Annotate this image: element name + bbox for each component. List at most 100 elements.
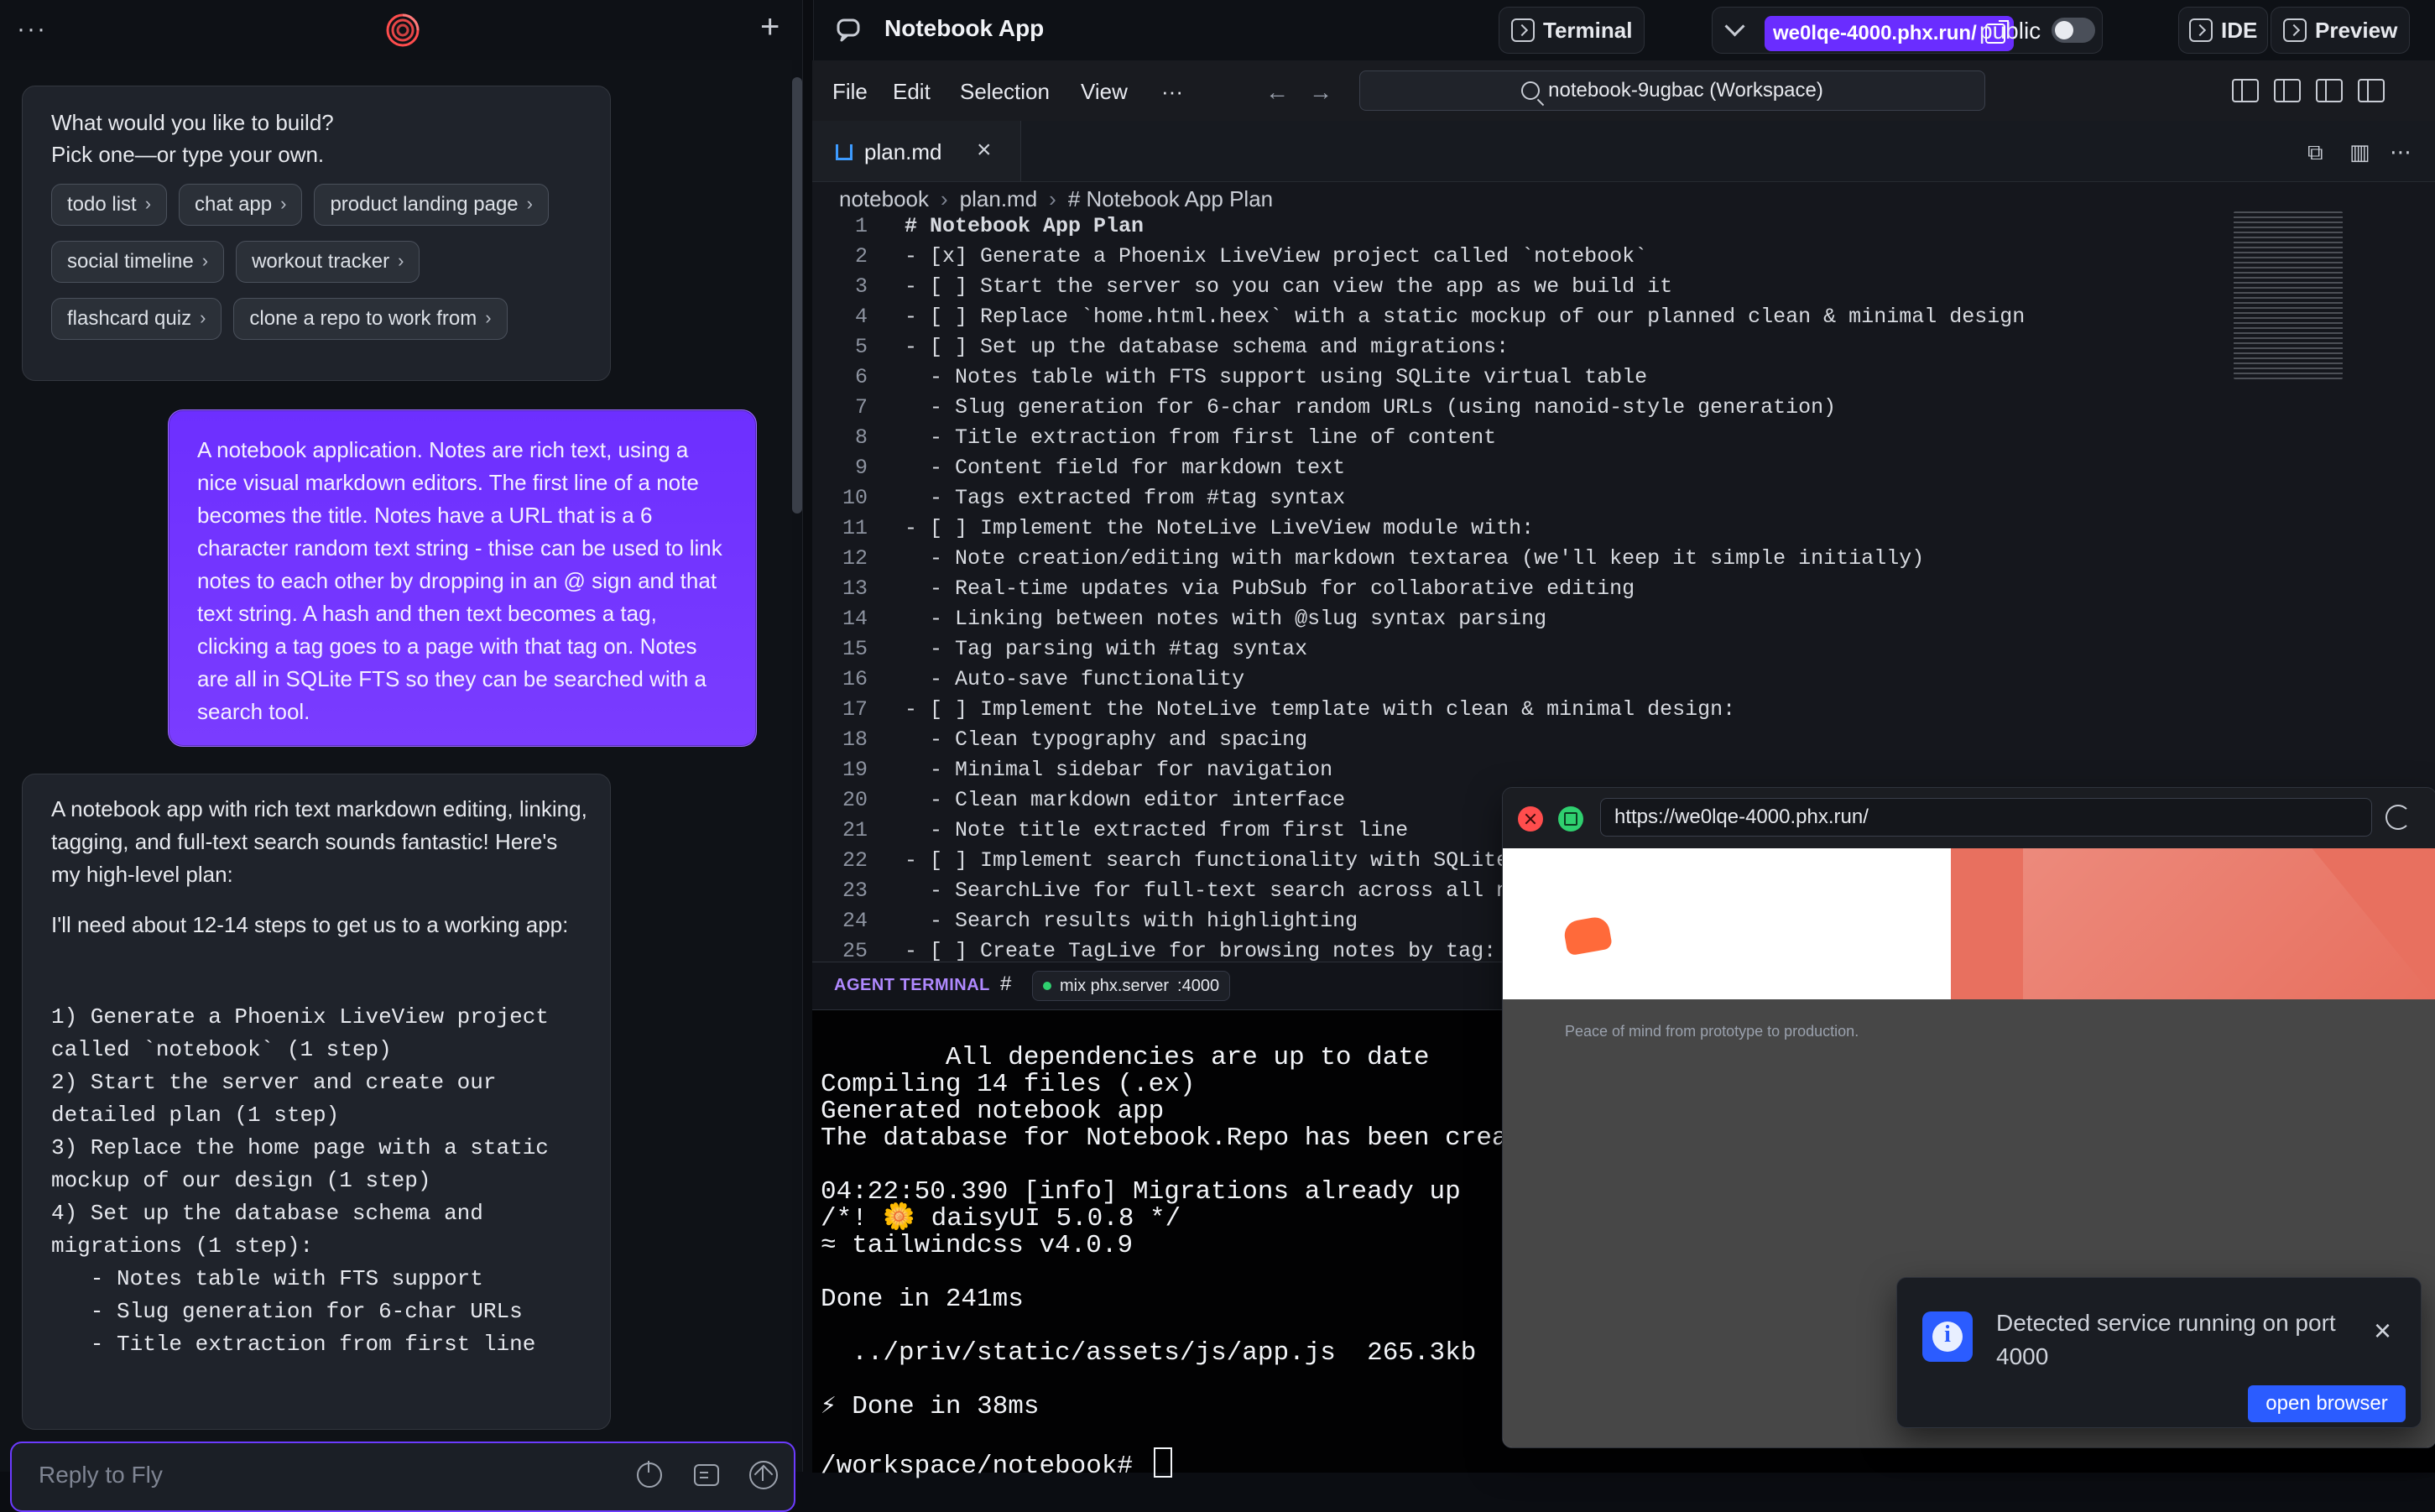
close-window-icon[interactable] bbox=[1518, 806, 1543, 832]
chevron-down-icon[interactable] bbox=[1724, 16, 1745, 37]
send-icon[interactable] bbox=[745, 1457, 782, 1494]
code-line: - [ ] Implement the NoteLive LiveView mo… bbox=[905, 516, 1535, 540]
search-icon bbox=[1521, 81, 1541, 100]
code-line: # Notebook App Plan bbox=[905, 214, 1145, 238]
service-detected-toast: Detected service running on port 4000 × … bbox=[1896, 1277, 2422, 1428]
public-toggle[interactable] bbox=[2052, 18, 2095, 43]
tab-plan-md[interactable]: plan.md × bbox=[812, 121, 1021, 181]
close-tab-icon[interactable]: × bbox=[977, 136, 992, 164]
app-root: ··· + What would you like to build? Pick… bbox=[0, 0, 2435, 1512]
code-line: - Linking between notes with @slug synta… bbox=[905, 607, 1547, 631]
preview-url-link[interactable]: we0lqe-4000.phx.run/ bbox=[1765, 16, 2014, 51]
line-number: 8 bbox=[854, 425, 868, 450]
breadcrumb-item[interactable]: plan.md bbox=[960, 186, 1038, 212]
line-number: 7 bbox=[854, 395, 868, 420]
forward-arrow-icon[interactable]: → bbox=[1309, 79, 1332, 106]
toggle-panel-icon[interactable] bbox=[2316, 79, 2343, 102]
chevron-right-icon: › bbox=[940, 186, 948, 211]
code-line: - [x] Generate a Phoenix LiveView projec… bbox=[905, 244, 1648, 269]
suggestion-chips: todo list › chat app › product landing pag… bbox=[51, 184, 581, 340]
code-line: - [ ] Set up the database schema and mig… bbox=[905, 335, 1509, 359]
menu-view[interactable]: View bbox=[1081, 79, 1128, 105]
ide-menubar: File Edit Selection View ··· ← → noteboo… bbox=[812, 60, 2435, 122]
suggestion-chip[interactable]: clone a repo to work from › bbox=[233, 298, 508, 340]
breadcrumb-item[interactable]: # Notebook App Plan bbox=[1068, 186, 1273, 212]
preview-url-pill[interactable]: we0lqe-4000.phx.run/ public bbox=[1712, 7, 2103, 54]
line-number: 18 bbox=[842, 727, 868, 752]
reply-input[interactable]: Reply to Fly bbox=[10, 1442, 795, 1512]
workspace-search-text: notebook-9ugbac (Workspace) bbox=[1548, 79, 1823, 102]
breadcrumb-item[interactable]: notebook bbox=[839, 186, 929, 212]
minimap[interactable] bbox=[2234, 211, 2343, 379]
split-editor-icon[interactable] bbox=[2274, 79, 2301, 102]
suggestion-chip-label: todo list bbox=[67, 193, 137, 216]
chat-panel: What would you like to build? Pick one—o… bbox=[0, 60, 795, 1512]
ide-button[interactable]: IDE bbox=[2178, 7, 2269, 54]
preview-tagline: Peace of mind from prototype to producti… bbox=[1565, 1023, 1859, 1040]
app-header: Notebook App Terminal we0lqe-4000.phx.ru… bbox=[812, 0, 2435, 60]
toggle-sidebar-icon[interactable] bbox=[2358, 79, 2385, 102]
suggestion-chip[interactable]: product landing page › bbox=[314, 184, 549, 226]
reload-icon[interactable] bbox=[2385, 805, 2411, 830]
close-toast-icon[interactable]: × bbox=[2374, 1313, 2391, 1348]
suggestion-chip[interactable]: todo list › bbox=[51, 184, 168, 226]
back-arrow-icon[interactable]: ← bbox=[1265, 79, 1289, 106]
line-number: 6 bbox=[854, 365, 868, 389]
suggestion-chip-label: clone a repo to work from bbox=[249, 307, 477, 330]
preview-url-input[interactable]: https://we0lqe-4000.phx.run/ bbox=[1600, 798, 2372, 837]
line-number: 16 bbox=[842, 667, 868, 691]
menu-selection[interactable]: Selection bbox=[960, 79, 1050, 105]
screenshot-icon[interactable] bbox=[688, 1457, 725, 1494]
maximize-window-icon[interactable] bbox=[1558, 806, 1583, 832]
suggestion-chip[interactable]: chat app › bbox=[179, 184, 303, 226]
terminal-cursor[interactable] bbox=[1153, 1447, 1172, 1478]
code-icon bbox=[2189, 18, 2213, 42]
suggestions-title-line2: Pick one—or type your own. bbox=[51, 142, 325, 167]
line-number: 3 bbox=[854, 274, 868, 299]
layout-icon[interactable] bbox=[2232, 79, 2259, 102]
new-chat-plus-icon[interactable]: + bbox=[760, 8, 780, 46]
line-number: 22 bbox=[842, 848, 868, 873]
visibility-label: public bbox=[1979, 18, 2041, 44]
menu-more[interactable]: ··· bbox=[1161, 79, 1183, 105]
logo-icon bbox=[386, 13, 420, 47]
suggestion-chip[interactable]: social timeline › bbox=[51, 241, 225, 283]
preview-button[interactable]: Preview bbox=[2271, 7, 2411, 54]
server-pill[interactable]: mix phx.server :4000 bbox=[1032, 971, 1231, 1001]
chat-scrollbar[interactable] bbox=[792, 77, 802, 514]
chevron-right-icon: › bbox=[398, 250, 404, 271]
terminal-button[interactable]: Terminal bbox=[1499, 7, 1645, 54]
code-line: - Tag parsing with #tag syntax bbox=[905, 637, 1308, 661]
code-line: - [ ] Implement the NoteLive template wi… bbox=[905, 697, 1736, 722]
app-title: Notebook App bbox=[884, 15, 1045, 41]
suggestion-chip[interactable]: flashcard quiz › bbox=[51, 298, 222, 340]
split-icon[interactable]: ▥ bbox=[2349, 139, 2370, 165]
agent-terminal-title: AGENT TERMINAL bbox=[834, 976, 990, 994]
power-icon[interactable] bbox=[631, 1457, 668, 1494]
tab-name: plan.md bbox=[864, 139, 942, 164]
line-number: 4 bbox=[854, 305, 868, 329]
chat-topbar: ··· + bbox=[0, 0, 802, 60]
suggestion-chip-label: social timeline bbox=[67, 250, 194, 273]
suggestion-chip-label: product landing page bbox=[330, 193, 519, 216]
open-browser-button[interactable]: open browser bbox=[2248, 1385, 2406, 1422]
terminal-icon bbox=[1511, 18, 1535, 42]
chat-icon bbox=[837, 18, 860, 42]
code-line: - Tags extracted from #tag syntax bbox=[905, 486, 1346, 510]
more-actions-icon[interactable]: ⋯ bbox=[2390, 139, 2412, 165]
chevron-right-icon: › bbox=[280, 193, 287, 214]
menu-file[interactable]: File bbox=[832, 79, 868, 105]
open-preview-icon[interactable]: ⧉ bbox=[2307, 139, 2323, 166]
line-number: 9 bbox=[854, 456, 868, 480]
more-icon[interactable]: ··· bbox=[17, 15, 47, 44]
suggestion-chip-label: flashcard quiz bbox=[67, 307, 192, 330]
code-line: - Notes table with FTS support using SQL… bbox=[905, 365, 1648, 389]
workspace-search[interactable]: notebook-9ugbac (Workspace) bbox=[1359, 70, 1985, 111]
suggestion-chip[interactable]: workout tracker › bbox=[236, 241, 420, 283]
code-line: - [ ] Replace `home.html.heex` with a st… bbox=[905, 305, 2026, 329]
menu-edit[interactable]: Edit bbox=[893, 79, 931, 105]
suggestions-title-line1: What would you like to build? bbox=[51, 110, 334, 135]
line-number: 15 bbox=[842, 637, 868, 661]
chevron-right-icon: › bbox=[526, 193, 533, 214]
line-number: 5 bbox=[854, 335, 868, 359]
